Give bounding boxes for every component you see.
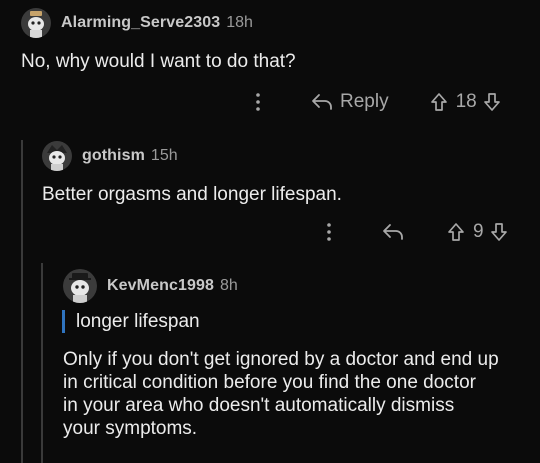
comment-body: Better orgasms and longer lifespan.	[42, 184, 342, 205]
upvote-arrow-icon	[448, 223, 464, 241]
comment-body-line: in your area who doesn't automatically d…	[63, 395, 455, 416]
upvote-button[interactable]	[447, 222, 465, 242]
user-avatar[interactable]	[42, 141, 72, 171]
reply-button[interactable]	[382, 223, 404, 241]
more-options-icon	[327, 223, 331, 241]
comment-meta: gothism 15h	[42, 141, 522, 171]
username[interactable]: Alarming_Serve2303	[61, 14, 220, 32]
more-options-icon	[256, 93, 260, 111]
downvote-button[interactable]	[483, 92, 501, 112]
vote-score: 9	[473, 221, 484, 242]
timestamp[interactable]: 18h	[226, 14, 253, 32]
downvote-arrow-icon	[483, 93, 500, 111]
thread-line-level-2[interactable]	[41, 263, 43, 463]
upvote-arrow-icon	[430, 93, 447, 111]
comment-body: No, why would I want to do that?	[21, 51, 296, 72]
username[interactable]: KevMenc1998	[107, 277, 214, 295]
vote-score: 18	[455, 91, 477, 112]
reply-arrow-icon	[383, 224, 403, 240]
quoted-text: longer lifespan	[62, 310, 533, 333]
thread-line-level-1[interactable]	[21, 140, 23, 463]
more-options-button[interactable]	[248, 92, 268, 112]
reply-arrow-icon	[312, 94, 332, 110]
downvote-arrow-icon	[490, 223, 507, 241]
upvote-button[interactable]	[430, 92, 448, 112]
comment-actions: 9	[319, 218, 508, 246]
comment-body-line: your symptoms.	[63, 418, 198, 439]
timestamp[interactable]: 15h	[151, 147, 178, 165]
user-avatar[interactable]	[21, 8, 51, 38]
timestamp[interactable]: 8h	[220, 277, 238, 295]
comment-kevmenc1998: KevMenc1998 8h longer lifespan Only if y…	[62, 269, 533, 440]
comment-meta: Alarming_Serve2303 18h	[21, 8, 521, 38]
comment-meta: KevMenc1998 8h	[63, 269, 533, 303]
more-options-button[interactable]	[319, 222, 339, 242]
reply-label: Reply	[340, 91, 389, 112]
comment-body-line: in critical condition before you find th…	[63, 372, 476, 393]
downvote-button[interactable]	[490, 222, 508, 242]
comment-actions: Reply 18	[248, 88, 501, 116]
comment-alarming-serve2303: Alarming_Serve2303 18h No, why would I w…	[21, 8, 521, 73]
username[interactable]: gothism	[82, 147, 145, 165]
reply-button[interactable]: Reply	[311, 91, 389, 113]
user-avatar[interactable]	[63, 269, 97, 303]
comment-body: Only if you don't get ignored by a docto…	[63, 348, 533, 440]
comment-gothism: gothism 15h Better orgasms and longer li…	[42, 141, 522, 206]
comment-body-line: Only if you don't get ignored by a docto…	[63, 349, 499, 370]
